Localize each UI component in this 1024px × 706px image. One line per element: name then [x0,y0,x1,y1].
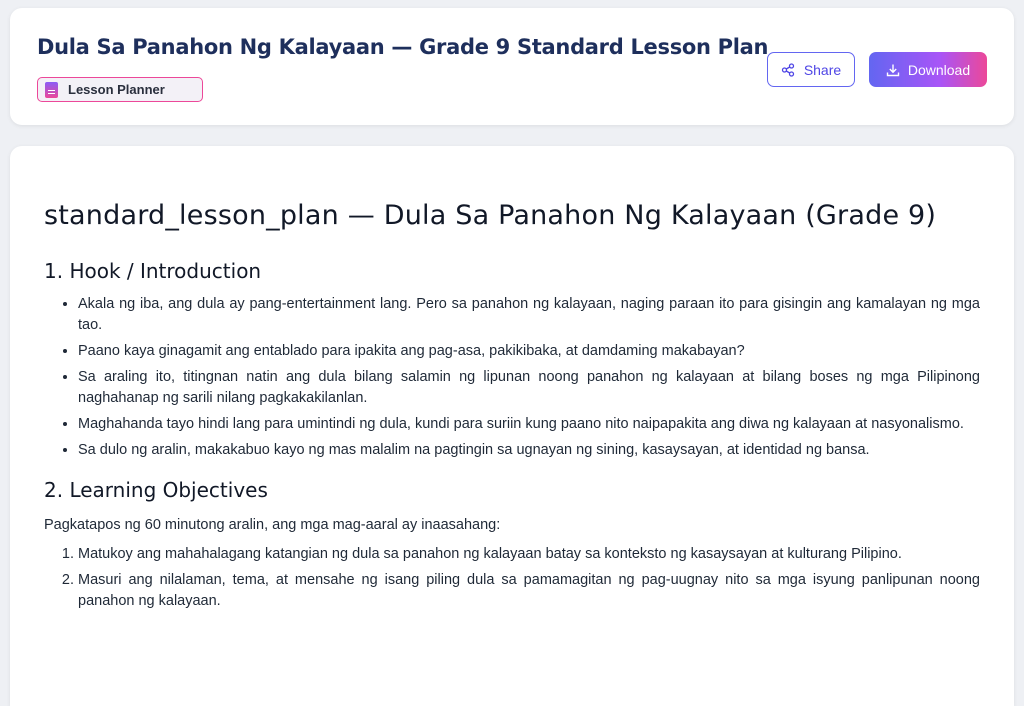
header-card: Dula Sa Panahon Ng Kalayaan — Grade 9 St… [10,8,1014,125]
objectives-intro: Pagkatapos ng 60 minutong aralin, ang mg… [44,517,501,533]
list-item: Sa araling ito, titingnan natin ang dula… [78,367,980,409]
document-icon [45,81,58,98]
list-item: Maghahanda tayo hindi lang para umintind… [78,414,980,435]
document-body: standard_lesson_plan — Dula Sa Panahon N… [44,196,980,617]
share-label: Share [803,61,842,78]
download-icon [886,64,900,76]
share-icon [781,62,794,77]
section-heading-hook: 1. Hook / Introduction [44,259,262,283]
lesson-planner-badge: Lesson Planner [37,77,203,102]
badge-label: Lesson Planner [68,82,165,97]
list-item: Paano kaya ginagamit ang entablado para … [78,341,980,362]
list-item: Sa dulo ng aralin, makakabuo kayo ng mas… [78,440,980,461]
share-button[interactable]: Share [767,52,855,87]
download-label: Download [907,61,971,78]
objectives-list: Matukoy ang mahahalagang katangian ng du… [44,544,980,612]
section-heading-objectives: 2. Learning Objectives [44,478,268,502]
download-button[interactable]: Download [869,52,987,87]
list-item: Akala ng iba, ang dula ay pang-entertain… [78,294,980,336]
list-item: Matukoy ang mahahalagang katangian ng du… [78,544,980,565]
document-title: standard_lesson_plan — Dula Sa Panahon N… [44,200,937,231]
list-item: Masuri ang nilalaman, tema, at mensahe n… [78,570,980,612]
hook-list: Akala ng iba, ang dula ay pang-entertain… [44,294,980,461]
document-card: standard_lesson_plan — Dula Sa Panahon N… [10,146,1014,706]
page-title: Dula Sa Panahon Ng Kalayaan — Grade 9 St… [37,35,769,59]
